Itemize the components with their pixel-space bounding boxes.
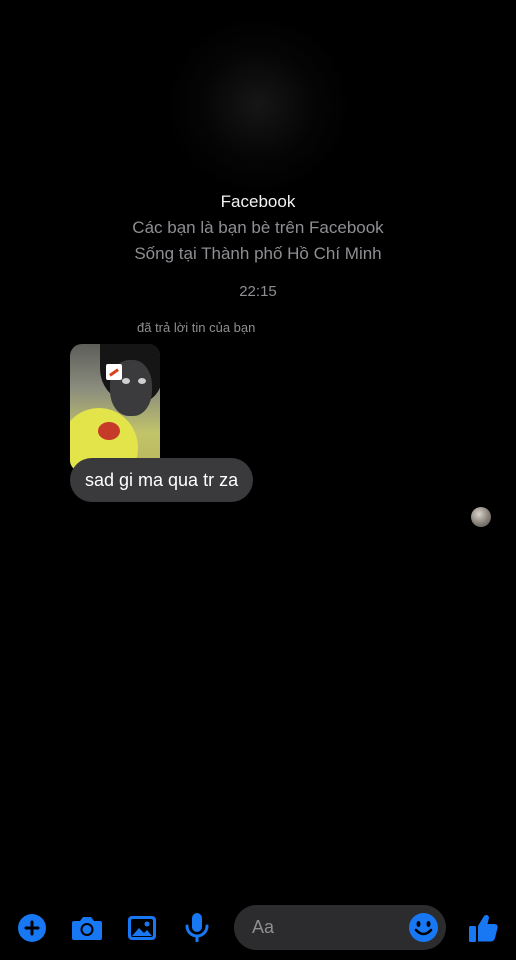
plus-icon — [18, 914, 46, 942]
voice-button[interactable] — [181, 912, 213, 944]
camera-button[interactable] — [71, 912, 103, 944]
gallery-button[interactable] — [126, 912, 158, 944]
story-thumbnail-shape — [122, 378, 130, 384]
profile-friend-status: Các bạn là bạn bè trên Facebook — [132, 218, 384, 237]
message-input[interactable] — [252, 905, 402, 950]
image-icon — [128, 916, 156, 940]
profile-location: Sống tại Thành phố Hồ Chí Minh — [134, 244, 382, 263]
camera-icon — [72, 917, 102, 940]
like-button[interactable] — [467, 912, 499, 944]
microphone-icon — [185, 913, 209, 942]
emoji-button[interactable] — [408, 912, 439, 943]
story-thumbnail[interactable] — [70, 344, 160, 472]
message-timestamp: 22:15 — [239, 283, 277, 300]
profile-photo-blurred[interactable] — [170, 20, 346, 190]
message-composer — [0, 900, 516, 956]
story-thumbnail-shape — [138, 378, 146, 384]
story-sticker-icon — [106, 364, 122, 380]
thumbs-up-icon — [469, 914, 498, 942]
profile-name[interactable]: Facebook — [0, 192, 516, 212]
message-bubble[interactable]: sad gi ma qua tr za — [70, 458, 254, 502]
story-reply-note: đã trả lời tin của bạn — [137, 320, 256, 335]
message-input-container[interactable] — [234, 905, 446, 950]
read-receipt-avatar — [471, 507, 491, 527]
story-thumbnail-shape — [98, 422, 120, 440]
emoji-icon — [409, 913, 438, 942]
plus-button[interactable] — [16, 912, 48, 944]
